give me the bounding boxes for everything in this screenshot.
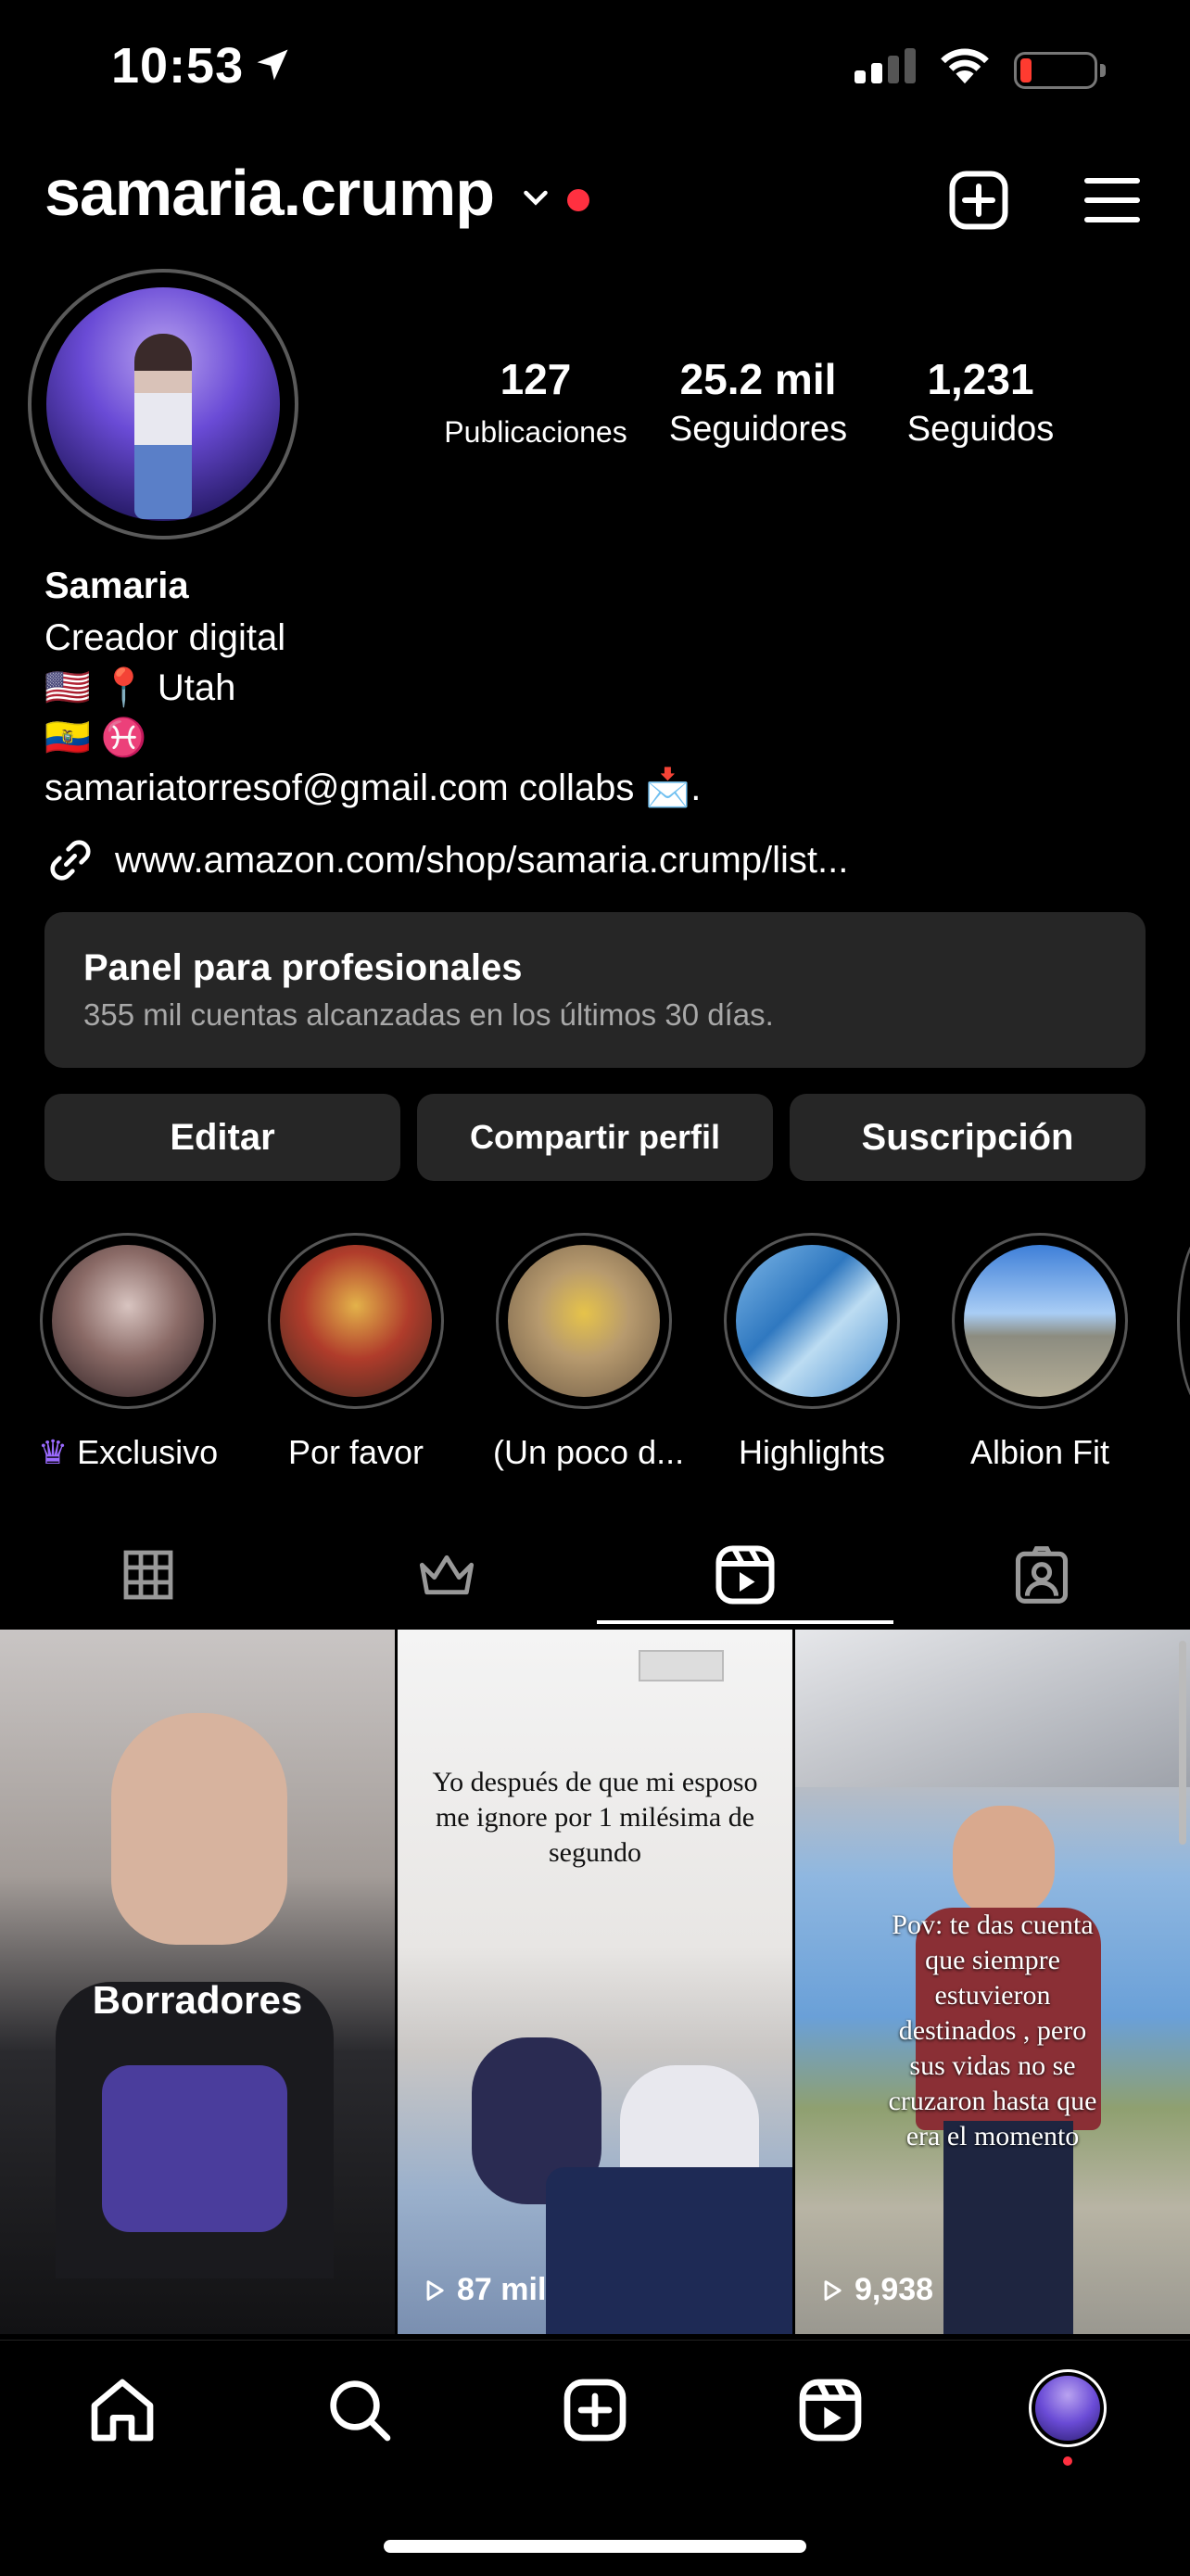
menu-icon[interactable] xyxy=(1079,167,1146,234)
link-icon xyxy=(50,840,91,881)
reel-views-count: 9,938 xyxy=(855,2272,934,2307)
bio-link-text: www.amazon.com/shop/samaria.crump/list..… xyxy=(115,839,849,881)
reel-views: 9,938 xyxy=(819,2272,933,2308)
play-icon xyxy=(824,2279,842,2301)
tab-reels[interactable] xyxy=(597,1524,893,1626)
reel-views: 87 mil xyxy=(422,2272,546,2308)
stat-posts[interactable]: 127 Publicaciones xyxy=(415,354,656,450)
highlight-exclusivo[interactable]: ♛ Exclusivo xyxy=(37,1233,219,1472)
highlight-label: Por favor xyxy=(287,1433,424,1471)
profile-name: Samaria xyxy=(44,565,189,606)
location-arrow-icon xyxy=(257,49,288,81)
highlight-albion-fit[interactable]: Albion Fit xyxy=(949,1233,1131,1472)
profile-nav-dot xyxy=(1063,2456,1072,2466)
profile-username[interactable]: samaria.crump xyxy=(44,156,495,230)
bio-link[interactable]: www.amazon.com/shop/samaria.crump/list..… xyxy=(44,834,848,886)
reel-item[interactable]: Yo después de que mi esposo me ignore po… xyxy=(398,1630,792,2334)
scrollbar[interactable] xyxy=(1179,1641,1186,1845)
professional-dashboard-subtitle: 355 mil cuentas alcanzadas en los último… xyxy=(83,997,774,1032)
reels-icon xyxy=(715,1545,775,1605)
tab-grid[interactable] xyxy=(0,1524,297,1626)
home-indicator[interactable] xyxy=(384,2540,806,2553)
highlight-partial[interactable] xyxy=(1177,1233,1190,1409)
tab-exclusive[interactable] xyxy=(298,1524,595,1626)
stat-following-label: Seguidos xyxy=(906,410,1055,449)
highlight-label: Highlights xyxy=(738,1433,886,1471)
bio-line-flags: 🇪🇨 ♓ xyxy=(44,717,147,758)
profile-category: Creador digital xyxy=(44,617,286,658)
tagged-icon xyxy=(1015,1546,1069,1604)
stat-followers-count: 25.2 mil xyxy=(679,355,837,403)
stat-posts-label: Publicaciones xyxy=(444,415,627,449)
stat-followers[interactable]: 25.2 mil Seguidores xyxy=(638,354,879,450)
professional-dashboard[interactable]: Panel para profesionales 355 mil cuentas… xyxy=(44,912,1146,1068)
stat-posts-count: 127 xyxy=(500,355,572,403)
battery-icon xyxy=(1014,52,1106,89)
home-icon[interactable] xyxy=(85,2373,159,2447)
active-tab-indicator xyxy=(597,1620,893,1624)
highlight-un-poco[interactable]: (Un poco d... xyxy=(493,1233,685,1472)
reel-item[interactable]: Pov: te das cuenta que siempre estuviero… xyxy=(795,1630,1190,2334)
reel-caption: Yo después de que mi esposo me ignore po… xyxy=(432,1767,758,1868)
stat-following[interactable]: 1,231 Seguidos xyxy=(860,354,1101,450)
profile-nav-avatar[interactable] xyxy=(1029,2369,1107,2447)
reel-views-count: 87 mil xyxy=(457,2272,547,2307)
reel-caption: Pov: te das cuenta que siempre estuviero… xyxy=(888,1910,1097,2151)
bio-line-contact: samariatorresof@gmail.com collabs 📩. xyxy=(44,768,702,808)
wifi-icon xyxy=(941,48,989,84)
crown-tab-icon xyxy=(419,1554,475,1595)
crown-icon: ♛ xyxy=(37,1433,69,1471)
stat-following-count: 1,231 xyxy=(927,355,1034,403)
professional-dashboard-title: Panel para profesionales xyxy=(83,947,523,988)
highlight-highlights[interactable]: Highlights xyxy=(721,1233,903,1472)
highlight-label: (Un poco d... xyxy=(493,1433,685,1471)
subscription-button[interactable]: Suscripción xyxy=(790,1094,1146,1181)
share-profile-button[interactable]: Compartir perfil xyxy=(417,1094,773,1181)
drafts-label: Borradores xyxy=(92,1978,303,2022)
new-post-icon[interactable] xyxy=(945,167,1012,234)
grid-icon xyxy=(123,1550,173,1600)
reel-drafts[interactable]: Borradores xyxy=(0,1630,395,2334)
status-time: 10:53 xyxy=(111,38,245,94)
avatar[interactable] xyxy=(46,287,280,521)
cellular-signal-icon xyxy=(855,48,921,83)
highlight-label: Exclusivo xyxy=(77,1433,219,1471)
create-icon[interactable] xyxy=(558,2373,632,2447)
play-icon xyxy=(426,2279,444,2301)
chevron-down-icon[interactable] xyxy=(519,182,552,215)
tab-tagged[interactable] xyxy=(893,1524,1190,1626)
highlight-por-favor[interactable]: Por favor xyxy=(265,1233,447,1472)
bio-line-location: 🇺🇸 📍 Utah xyxy=(44,667,236,708)
edit-profile-button[interactable]: Editar xyxy=(44,1094,400,1181)
search-icon[interactable] xyxy=(323,2373,397,2447)
highlight-label: Albion Fit xyxy=(969,1433,1110,1471)
reels-nav-icon[interactable] xyxy=(793,2373,867,2447)
stat-followers-label: Seguidores xyxy=(668,410,848,449)
notification-dot xyxy=(567,189,589,211)
